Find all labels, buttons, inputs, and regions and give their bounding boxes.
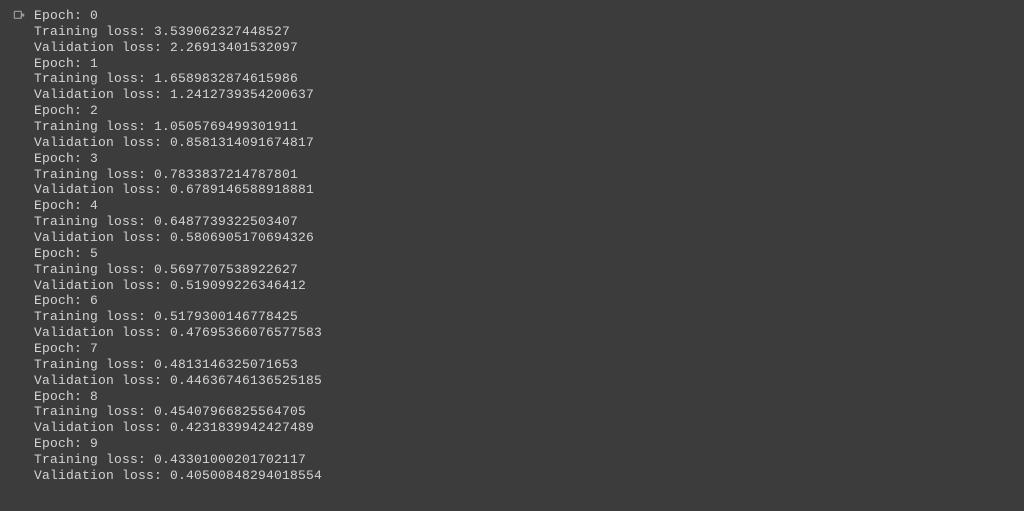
cell-output-container: Epoch: 0 Training loss: 3.53906232744852…: [12, 8, 1024, 484]
output-text: Epoch: 0 Training loss: 3.53906232744852…: [34, 8, 322, 484]
output-gutter: [12, 8, 34, 23]
output-indicator-icon: [12, 9, 34, 23]
